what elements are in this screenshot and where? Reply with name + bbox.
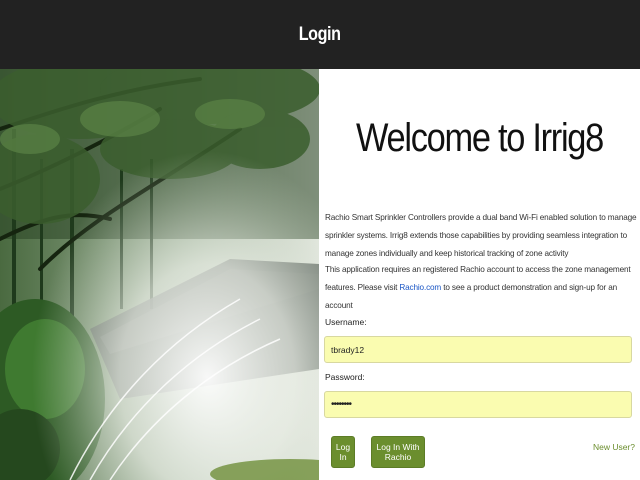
- hero-image: [0, 69, 319, 480]
- new-user-link[interactable]: New User?: [593, 442, 635, 452]
- account-paragraph: This application requires an registered …: [325, 261, 640, 315]
- password-field[interactable]: [324, 391, 632, 418]
- login-button[interactable]: Log In: [331, 436, 355, 468]
- top-bar: Login: [0, 0, 640, 69]
- welcome-heading: Welcome to Irrig8: [355, 116, 604, 160]
- login-panel: Welcome to Irrig8 Rachio Smart Sprinkler…: [319, 69, 640, 480]
- sprinkler-photo-icon: [0, 69, 319, 480]
- username-field[interactable]: [324, 336, 632, 363]
- intro-paragraph: Rachio Smart Sprinkler Controllers provi…: [325, 213, 637, 258]
- rachio-login-button[interactable]: Log In With Rachio: [371, 436, 425, 468]
- password-label: Password:: [325, 372, 365, 382]
- rachio-link[interactable]: Rachio.com: [399, 283, 441, 292]
- username-label: Username:: [325, 317, 367, 327]
- page-title: Login: [299, 23, 341, 45]
